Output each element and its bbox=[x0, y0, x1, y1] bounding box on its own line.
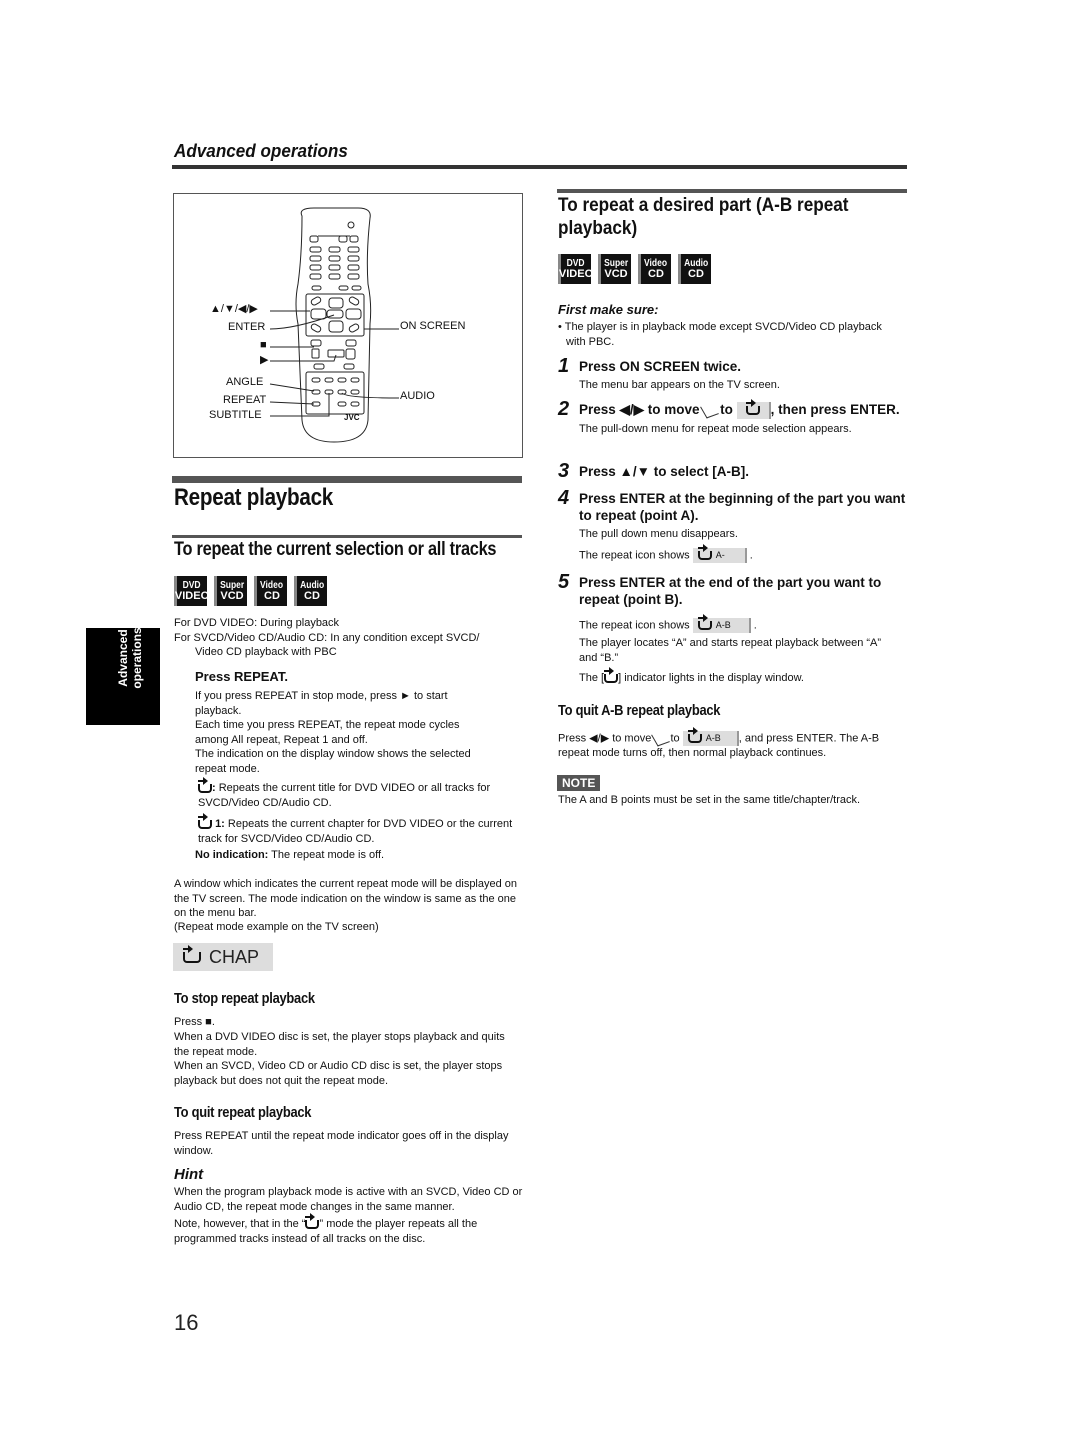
repeat-para-1: If you press REPEAT in stop mode, press … bbox=[195, 690, 448, 717]
repeat-icon bbox=[183, 944, 201, 963]
remote-label-play: ▶ bbox=[260, 354, 269, 366]
window-example: (Repeat mode example on the TV screen) bbox=[174, 921, 379, 933]
badge-super-vcd: Super VCD bbox=[214, 576, 247, 606]
condition-svcd: For SVCD/Video CD/Audio CD: In any condi… bbox=[174, 632, 480, 644]
repeat-icon bbox=[697, 543, 712, 560]
badge-video-cd: Video CD bbox=[254, 576, 287, 606]
remote-label-subtitle: SUBTITLE bbox=[209, 409, 262, 421]
repeat-para-2: Each time you press REPEAT, the repeat m… bbox=[195, 719, 460, 746]
remote-label-angle: ANGLE bbox=[226, 376, 264, 388]
remote-label-arrows: ▲/▼/◀/▶ bbox=[210, 303, 258, 315]
cursor-icon bbox=[700, 402, 720, 419]
badge-audio-cd: Audio CD bbox=[678, 254, 711, 284]
header-rule bbox=[172, 165, 907, 169]
chap-label: CHAP bbox=[209, 946, 260, 967]
step-2: 2 Press ◀/▶ to move to , then press ENTE… bbox=[558, 398, 900, 435]
remote-body bbox=[295, 207, 372, 443]
disc-badges-left: DVD VIDEO Super VCD Video CD Audio CD bbox=[174, 576, 327, 606]
badge-video-cd: Video CD bbox=[638, 254, 671, 284]
remote-brand: JVC bbox=[344, 413, 360, 422]
press-repeat-heading: Press REPEAT. bbox=[195, 669, 288, 684]
window-para: A window which indicates the current rep… bbox=[174, 878, 518, 919]
repeat-icon bbox=[198, 776, 212, 793]
badge-dvd-video: DVD VIDEO bbox=[174, 576, 209, 606]
side-tab: Advanced operations bbox=[86, 627, 160, 725]
quit-repeat-para: Press REPEAT until the repeat mode indic… bbox=[174, 1130, 509, 1157]
mode-all-repeat: : Repeats the current title for DVD VIDE… bbox=[198, 776, 491, 809]
page-number: 16 bbox=[174, 1310, 199, 1335]
repeat-ab-chip: A-B bbox=[692, 614, 751, 633]
repeat-icon bbox=[305, 1212, 320, 1229]
quit-ab-heading: To quit A-B repeat playback bbox=[558, 702, 721, 719]
first-make-sure-heading: First make sure: bbox=[558, 302, 659, 317]
note-text: The A and B points must be set in the sa… bbox=[558, 794, 861, 806]
repeat-ab-chip: A-B bbox=[682, 727, 739, 746]
stop-para-3: When an SVCD, Video CD or Audio CD disc … bbox=[174, 1060, 503, 1087]
hint-para-2: Note, however, that in the “” mode the p… bbox=[174, 1212, 478, 1245]
badge-dvd-video: DVD VIDEO bbox=[558, 254, 593, 284]
section-header-title: Advanced operations bbox=[174, 141, 348, 161]
step-4: 4 Press ENTER at the beginning of the pa… bbox=[558, 487, 906, 563]
remote-illustration-panel: JVC ▲/▼/◀/▶ ENTER ■ ▶ ANGLE REPEAT SUBTI… bbox=[173, 193, 523, 458]
hint-heading: Hint bbox=[174, 1166, 204, 1183]
stop-para-1: Press ■. bbox=[174, 1016, 215, 1028]
stop-para-2: When a DVD VIDEO disc is set, the player… bbox=[174, 1031, 505, 1058]
condition-svcd-cont: Video CD playback with PBC bbox=[195, 646, 337, 658]
step-5: 5 Press ENTER at the end of the part you… bbox=[558, 571, 882, 684]
repeat-icon bbox=[745, 398, 760, 415]
badge-super-vcd: Super VCD bbox=[598, 254, 631, 284]
quit-ab-para: Press ◀/▶ to move to A-B, and press ENTE… bbox=[558, 727, 880, 759]
side-tab-line1: Advanced bbox=[116, 629, 130, 687]
disc-badges-right: DVD VIDEO Super VCD Video CD Audio CD bbox=[558, 254, 711, 284]
right-section-rule bbox=[557, 189, 907, 193]
title-rule bbox=[172, 476, 522, 483]
side-tab-line2: operations bbox=[130, 627, 144, 689]
remote-label-enter: ENTER bbox=[228, 321, 266, 333]
page-title: Repeat playback bbox=[174, 484, 334, 511]
repeat-a-chip: A- bbox=[692, 543, 747, 563]
subtitle-rule bbox=[172, 535, 522, 538]
mode-off: No indication: The repeat mode is off. bbox=[195, 849, 385, 861]
step-3: 3 Press ▲/▼ to select [A-B]. bbox=[558, 460, 750, 482]
remote-label-on-screen: ON SCREEN bbox=[400, 320, 466, 332]
first-make-sure-item: • The player is in playback mode except … bbox=[558, 321, 882, 348]
tv-repeat-mode-example: CHAP bbox=[173, 943, 273, 971]
remote-label-stop: ■ bbox=[260, 339, 267, 351]
repeat-icon bbox=[697, 614, 712, 630]
condition-dvd: For DVD VIDEO: During playback bbox=[174, 617, 340, 629]
section-subtitle: To repeat the current selection or all t… bbox=[174, 539, 497, 560]
repeat-para-3: The indication on the display window sho… bbox=[195, 748, 471, 775]
repeat-icon bbox=[198, 812, 212, 829]
note-badge: NOTE bbox=[557, 774, 601, 792]
stop-repeat-heading: To stop repeat playback bbox=[174, 990, 315, 1007]
badge-audio-cd: Audio CD bbox=[294, 576, 327, 606]
mode-repeat-one: 1: Repeats the current chapter for DVD V… bbox=[198, 812, 513, 845]
repeat-icon bbox=[687, 727, 702, 743]
repeat-icon bbox=[604, 666, 619, 683]
hint-para-1: When the program playback mode is active… bbox=[174, 1186, 523, 1213]
ab-repeat-title: To repeat a desired part (A-B repeat pla… bbox=[558, 194, 849, 239]
cursor-icon bbox=[651, 730, 671, 747]
step-1: 1 Press ON SCREEN twice. The menu bar ap… bbox=[558, 355, 780, 391]
remote-label-repeat: REPEAT bbox=[223, 394, 267, 406]
quit-repeat-heading: To quit repeat playback bbox=[174, 1104, 312, 1121]
remote-label-audio: AUDIO bbox=[400, 390, 435, 402]
repeat-menu-chip bbox=[736, 398, 771, 419]
